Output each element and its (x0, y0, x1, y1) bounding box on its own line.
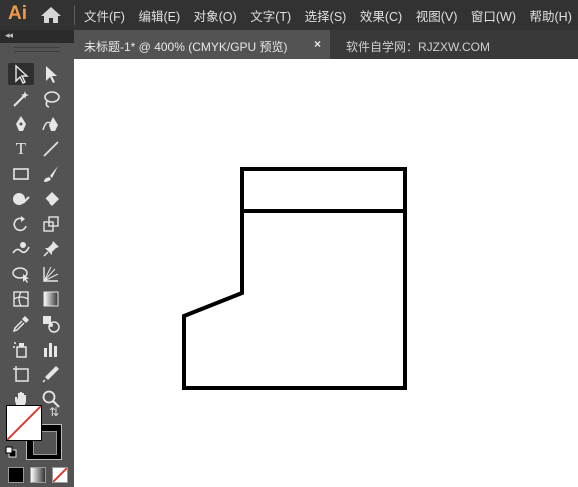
document-tab-active[interactable]: 未标题-1* @ 400% (CMYK/GPU 预览) × (74, 30, 330, 59)
tab-title: 未标题-1* @ 400% (CMYK/GPU 预览) (84, 40, 288, 54)
menu-items: 文件(F) 编辑(E) 对象(O) 文字(T) 选择(S) 效果(C) 视图(V… (84, 0, 578, 30)
curvature-pen-icon (42, 117, 58, 131)
selection-arrow-icon (15, 64, 29, 84)
color-mode-button[interactable] (8, 467, 24, 483)
warp-icon (12, 242, 30, 254)
gradient-tool[interactable] (38, 288, 64, 310)
paintbrush-icon (44, 166, 58, 182)
menu-edit[interactable]: 编辑(E) (138, 6, 180, 25)
mesh-icon (13, 291, 29, 307)
app-logo: Ai (8, 3, 27, 24)
shape-builder-icon (12, 267, 29, 283)
scale-tool[interactable] (38, 213, 64, 235)
artboard-icon (13, 366, 29, 382)
column-graph-tool[interactable] (38, 338, 64, 360)
color-mode-row (8, 467, 68, 483)
boot-shape-artwork (182, 167, 407, 390)
line-segment-tool[interactable] (38, 138, 64, 160)
eraser-tool[interactable] (38, 188, 64, 210)
selection-tool[interactable] (8, 63, 34, 85)
watermark-text: 软件自学网：RJZXW.COM (346, 40, 490, 54)
collapse-icon[interactable]: ◂◂ (5, 30, 13, 41)
menu-object[interactable]: 对象(O) (194, 6, 237, 25)
slice-knife-icon (42, 366, 59, 383)
shaper-icon (13, 193, 30, 205)
scale-icon (43, 216, 59, 232)
pushpin-icon (43, 241, 59, 257)
swap-fill-stroke-icon[interactable]: ⇅ (49, 405, 59, 419)
shaper-tool[interactable] (8, 188, 34, 210)
eyedropper-icon (12, 316, 29, 333)
type-tool[interactable]: T (8, 138, 34, 160)
blend-tool[interactable] (38, 313, 64, 335)
eraser-icon (44, 192, 59, 206)
symbol-sprayer-icon (13, 342, 27, 358)
menu-view[interactable]: 视图(V) (416, 6, 458, 25)
lasso-tool[interactable] (38, 88, 64, 110)
boot-top-rectangle (240, 167, 407, 213)
fill-swatch[interactable] (6, 405, 42, 441)
shape-builder-tool[interactable] (8, 263, 34, 285)
pen-icon (16, 116, 26, 131)
artboard-canvas[interactable] (74, 59, 578, 487)
curvature-tool[interactable] (38, 113, 64, 135)
toolbox-grip[interactable] (14, 47, 60, 52)
close-icon[interactable]: × (314, 37, 321, 51)
slice-tool[interactable] (38, 363, 64, 385)
symbol-sprayer-tool[interactable] (8, 338, 34, 360)
perspective-grid-tool[interactable] (38, 263, 64, 285)
gradient-icon (43, 291, 59, 307)
home-button[interactable] (40, 6, 62, 24)
home-icon (41, 7, 61, 23)
gradient-mode-button[interactable] (30, 467, 46, 483)
menu-window[interactable]: 窗口(W) (471, 6, 516, 25)
menu-file[interactable]: 文件(F) (84, 6, 125, 25)
toolbox-header: ◂◂ (0, 30, 74, 43)
eyedropper-tool[interactable] (8, 313, 34, 335)
rectangle-icon (13, 168, 29, 180)
rotate-tool[interactable] (8, 213, 34, 235)
none-mode-button[interactable] (52, 467, 68, 483)
paintbrush-tool[interactable] (38, 163, 64, 185)
puppet-warp-tool[interactable] (38, 238, 64, 260)
line-segment-icon (43, 141, 59, 157)
rotate-icon (13, 216, 27, 232)
magic-wand-icon (13, 91, 29, 107)
direct-selection-arrow-icon (46, 66, 57, 83)
magic-wand-tool[interactable] (8, 88, 34, 110)
menu-divider (74, 5, 75, 25)
warp-tool[interactable] (8, 238, 34, 260)
document-tab-bar: 未标题-1* @ 400% (CMYK/GPU 预览) × 软件自学网：RJZX… (74, 30, 578, 59)
boot-body-path (182, 209, 407, 390)
blend-icon (43, 316, 60, 333)
pen-tool[interactable] (8, 113, 34, 135)
column-graph-icon (44, 343, 57, 357)
menu-select[interactable]: 选择(S) (305, 6, 347, 25)
mesh-tool[interactable] (8, 288, 34, 310)
menu-effect[interactable]: 效果(C) (360, 6, 402, 25)
menu-help[interactable]: 帮助(H) (530, 6, 572, 25)
artboard-tool[interactable] (8, 363, 34, 385)
rectangle-tool[interactable] (8, 163, 34, 185)
default-colors-icon[interactable] (5, 445, 17, 458)
lasso-icon (44, 91, 60, 108)
type-icon: T (15, 139, 27, 158)
direct-selection-tool[interactable] (38, 63, 64, 85)
none-fill-icon (7, 406, 41, 440)
menu-bar: Ai 文件(F) 编辑(E) 对象(O) 文字(T) 选择(S) 效果(C) 视… (0, 0, 578, 30)
menu-type[interactable]: 文字(T) (250, 6, 291, 25)
perspective-grid-icon (43, 266, 59, 282)
